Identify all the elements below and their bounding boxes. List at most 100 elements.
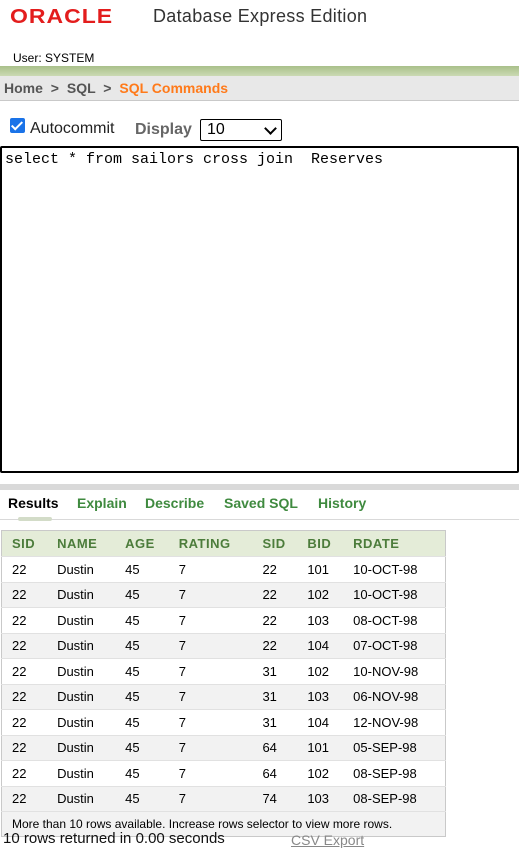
table-row: 22 Dustin 45 7 22 103 08-OCT-98 xyxy=(1,607,446,633)
cell-rdate: 12-NOV-98 xyxy=(343,709,446,735)
cell-name: Dustin xyxy=(47,709,116,735)
cell-bid: 102 xyxy=(297,760,344,786)
table-row: 22 Dustin 45 7 22 102 10-OCT-98 xyxy=(1,581,446,608)
tab-history[interactable]: History xyxy=(318,495,366,511)
cell-rating: 7 xyxy=(168,683,253,710)
cell-sid: 31 xyxy=(252,683,298,710)
breadcrumb-sql[interactable]: SQL xyxy=(67,80,96,96)
cell-sid: 22 xyxy=(1,734,48,761)
breadcrumb: Home > SQL > SQL Commands xyxy=(0,76,519,101)
cell-sid: 31 xyxy=(252,658,298,684)
cell-age: 45 xyxy=(115,709,169,735)
cell-name: Dustin xyxy=(47,760,116,786)
cell-name: Dustin xyxy=(47,785,116,812)
cell-rating: 7 xyxy=(168,785,253,812)
command-options: Autocommit Display 10 xyxy=(0,112,519,142)
table-row: 22 Dustin 45 7 22 104 07-OCT-98 xyxy=(1,632,446,659)
cell-bid: 101 xyxy=(297,556,344,582)
cell-sid: 22 xyxy=(1,683,48,710)
column-header-name: NAME xyxy=(47,530,116,557)
cell-age: 45 xyxy=(115,632,169,659)
autocommit-label: Autocommit xyxy=(30,120,115,137)
csv-export-link[interactable]: CSV Export xyxy=(291,832,364,848)
cell-bid: 103 xyxy=(297,785,344,812)
cell-age: 45 xyxy=(115,785,169,812)
cell-name: Dustin xyxy=(47,556,116,582)
cell-bid: 103 xyxy=(297,607,344,633)
cell-rdate: 10-OCT-98 xyxy=(343,556,446,582)
cell-rdate: 08-SEP-98 xyxy=(343,760,446,786)
column-header-rating: RATING xyxy=(168,530,253,557)
breadcrumb-separator: > xyxy=(103,80,112,96)
table-row: 22 Dustin 45 7 31 102 10-NOV-98 xyxy=(1,658,446,684)
cell-rating: 7 xyxy=(168,760,253,786)
cell-bid: 102 xyxy=(297,658,344,684)
column-header-bid: BID xyxy=(297,530,344,557)
cell-age: 45 xyxy=(115,683,169,710)
cell-bid: 102 xyxy=(297,581,344,608)
cell-sid: 22 xyxy=(252,607,298,633)
column-header-age: AGE xyxy=(115,530,169,557)
tab-explain[interactable]: Explain xyxy=(77,495,127,511)
breadcrumb-current: SQL Commands xyxy=(119,80,229,96)
autocommit-checkbox[interactable] xyxy=(10,118,25,133)
cell-sid: 64 xyxy=(252,760,298,786)
cell-sid: 22 xyxy=(252,556,298,582)
cell-rdate: 06-NOV-98 xyxy=(343,683,446,710)
cell-sid: 22 xyxy=(1,760,48,786)
cell-age: 45 xyxy=(115,581,169,608)
tab-saved-sql[interactable]: Saved SQL xyxy=(224,495,298,511)
sql-editor[interactable]: select * from sailors cross join Reserve… xyxy=(0,146,519,473)
cell-age: 45 xyxy=(115,734,169,761)
cell-name: Dustin xyxy=(47,607,116,633)
cell-bid: 101 xyxy=(297,734,344,761)
cell-sid: 22 xyxy=(1,709,48,735)
cell-rating: 7 xyxy=(168,709,253,735)
cell-age: 45 xyxy=(115,760,169,786)
table-row: 22 Dustin 45 7 64 102 08-SEP-98 xyxy=(1,760,446,786)
cell-rating: 7 xyxy=(168,632,253,659)
user-info: User: SYSTEM xyxy=(13,51,94,65)
cell-sid: 22 xyxy=(1,581,48,608)
column-header-sid: SID xyxy=(252,530,298,557)
table-row: 22 Dustin 45 7 31 103 06-NOV-98 xyxy=(1,683,446,710)
header-divider xyxy=(0,66,519,76)
display-rows-select[interactable]: 10 xyxy=(200,119,282,141)
cell-rdate: 05-SEP-98 xyxy=(343,734,446,761)
active-tab-indicator xyxy=(18,517,52,521)
cell-sid: 22 xyxy=(1,632,48,659)
tab-results[interactable]: Results xyxy=(8,495,59,511)
cell-rating: 7 xyxy=(168,607,253,633)
cell-sid: 22 xyxy=(1,658,48,684)
cell-bid: 104 xyxy=(297,709,344,735)
table-row: 22 Dustin 45 7 74 103 08-SEP-98 xyxy=(1,785,446,812)
breadcrumb-home[interactable]: Home xyxy=(4,80,43,96)
table-row: 22 Dustin 45 7 31 104 12-NOV-98 xyxy=(1,709,446,735)
cell-rdate: 10-OCT-98 xyxy=(343,581,446,608)
query-summary: 10 rows returned in 0.00 seconds xyxy=(3,830,225,847)
app-header: ORACLE Database Express Edition User: SY… xyxy=(0,0,519,66)
cell-sid: 22 xyxy=(252,632,298,659)
cell-sid: 64 xyxy=(252,734,298,761)
cell-bid: 104 xyxy=(297,632,344,659)
cell-bid: 103 xyxy=(297,683,344,710)
results-tabs: Results Explain Describe Saved SQL Histo… xyxy=(0,484,519,521)
table-row: 22 Dustin 45 7 64 101 05-SEP-98 xyxy=(1,734,446,761)
cell-sid: 31 xyxy=(252,709,298,735)
cell-sid: 22 xyxy=(1,785,48,812)
cell-sid: 22 xyxy=(1,556,48,582)
cell-name: Dustin xyxy=(47,734,116,761)
cell-rating: 7 xyxy=(168,658,253,684)
breadcrumb-separator: > xyxy=(50,80,59,96)
product-title: Database Express Edition xyxy=(153,6,368,26)
cell-sid: 22 xyxy=(252,581,298,608)
display-rows-value: 10 xyxy=(207,121,225,138)
cell-sid: 74 xyxy=(252,785,298,812)
column-header-rdate: RDATE xyxy=(343,530,446,557)
cell-name: Dustin xyxy=(47,683,116,710)
cell-rdate: 08-SEP-98 xyxy=(343,785,446,812)
cell-rating: 7 xyxy=(168,581,253,608)
cell-name: Dustin xyxy=(47,658,116,684)
user-label: User: xyxy=(13,51,42,65)
tab-describe[interactable]: Describe xyxy=(145,495,204,511)
